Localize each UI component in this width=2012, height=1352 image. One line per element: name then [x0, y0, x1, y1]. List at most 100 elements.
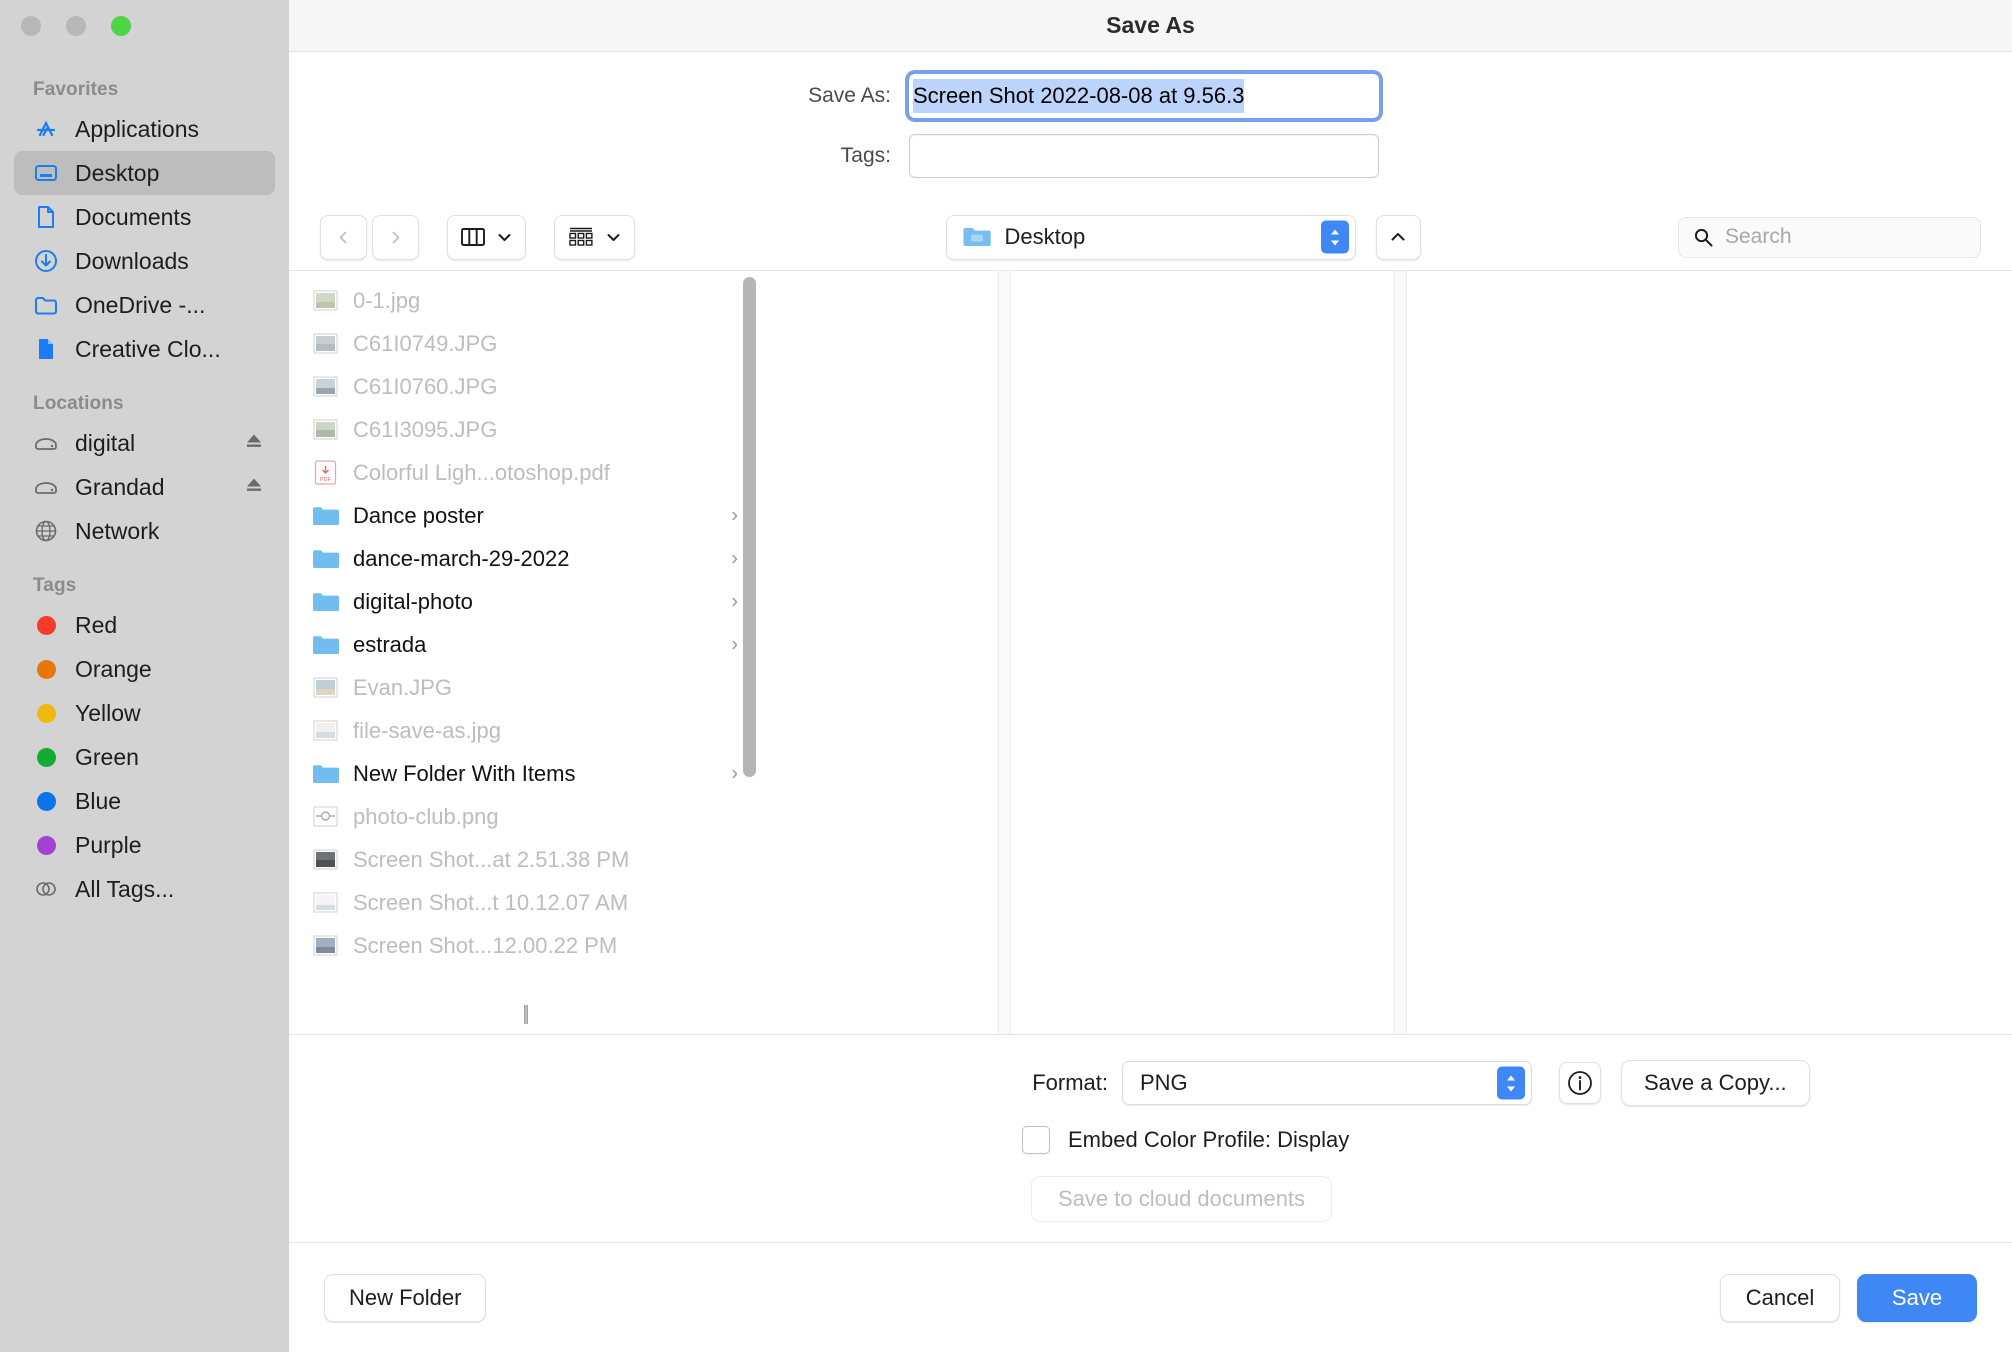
title-bar: Save As — [289, 0, 2012, 52]
file-column[interactable]: 0-1.jpg C61I0749.JPG C61I0760.JPG C61I30… — [289, 271, 760, 1034]
tags-input[interactable] — [909, 134, 1379, 178]
list-item[interactable]: dance-march-29-2022 › — [289, 537, 760, 580]
chevron-right-icon: › — [731, 504, 738, 526]
list-item[interactable]: Dance poster › — [289, 494, 760, 537]
save-a-copy-button[interactable]: Save a Copy... — [1621, 1060, 1810, 1106]
sidebar-item-tag-orange[interactable]: Orange — [14, 647, 275, 691]
sidebar-item-tag-purple[interactable]: Purple — [14, 823, 275, 867]
sidebar-item-network[interactable]: Network — [14, 509, 275, 553]
save-to-cloud-documents-button[interactable]: Save to cloud documents — [1031, 1176, 1333, 1222]
pdf-file-icon: PDF — [312, 460, 339, 485]
column-resize-handle[interactable]: || — [522, 1003, 530, 1026]
sidebar-item-documents[interactable]: Documents — [14, 195, 275, 239]
sidebar-item-digital[interactable]: digital — [14, 421, 275, 465]
sidebar-section-locations: Locations digital Grandad Network — [0, 393, 289, 553]
desktop-icon — [33, 160, 59, 186]
cancel-button[interactable]: Cancel — [1720, 1273, 1840, 1322]
file-name: Screen Shot...t 10.12.07 AM — [353, 889, 629, 915]
list-item[interactable]: estrada › — [289, 623, 760, 666]
column-divider-1[interactable] — [998, 271, 1011, 1034]
list-item[interactable]: Evan.JPG — [289, 666, 760, 709]
column-divider-2[interactable] — [1394, 271, 1407, 1034]
file-name: photo-club.png — [353, 803, 499, 829]
sidebar-item-label: Applications — [75, 115, 200, 142]
file-name: Screen Shot...12.00.22 PM — [353, 932, 618, 958]
image-file-icon — [312, 719, 339, 742]
cloud-save-row: Save to cloud documents — [289, 1176, 2012, 1222]
format-select[interactable]: PNG — [1122, 1061, 1532, 1105]
sidebar-item-tag-red[interactable]: Red — [14, 603, 275, 647]
chevron-right-icon — [392, 231, 400, 243]
embed-color-profile-checkbox[interactable] — [1022, 1126, 1050, 1154]
list-item[interactable]: 0-1.jpg — [289, 279, 760, 322]
list-item[interactable]: PDF Colorful Ligh...otoshop.pdf — [289, 451, 760, 494]
forward-button[interactable] — [372, 214, 419, 260]
dialog-main: Save As Save As: Screen Shot 2022-08-08 … — [289, 0, 2012, 1352]
sidebar: Favorites Applications Desktop Documents… — [0, 0, 289, 1352]
image-file-icon — [312, 289, 339, 312]
folder-icon — [312, 504, 339, 527]
sidebar-section-tags: Tags Red Orange Yellow Green Blue Purple… — [0, 575, 289, 911]
list-item[interactable]: C61I0749.JPG — [289, 322, 760, 365]
tag-dot-icon — [33, 656, 59, 682]
back-button[interactable] — [320, 214, 367, 260]
sidebar-item-tag-green[interactable]: Green — [14, 735, 275, 779]
sidebar-item-downloads[interactable]: Downloads — [14, 239, 275, 283]
format-stepper-icon[interactable] — [1497, 1066, 1525, 1100]
list-item[interactable]: photo-club.png — [289, 795, 760, 838]
chevron-right-icon: › — [731, 547, 738, 569]
list-item[interactable]: digital-photo › — [289, 580, 760, 623]
minimize-button[interactable] — [66, 16, 86, 36]
sidebar-item-grandad[interactable]: Grandad — [14, 465, 275, 509]
tag-dot-icon — [33, 788, 59, 814]
vertical-scrollbar[interactable] — [743, 277, 756, 777]
list-item[interactable]: file-save-as.jpg — [289, 709, 760, 752]
file-name: Dance poster — [353, 502, 484, 528]
file-name: estrada — [353, 631, 427, 657]
preview-column-1[interactable] — [760, 271, 998, 1034]
sidebar-item-tag-yellow[interactable]: Yellow — [14, 691, 275, 735]
path-popup-button[interactable]: Desktop — [945, 214, 1356, 260]
save-as-dialog: Favorites Applications Desktop Documents… — [0, 0, 2012, 1352]
list-item[interactable]: New Folder With Items › — [289, 752, 760, 795]
sidebar-item-desktop[interactable]: Desktop — [14, 151, 275, 195]
group-items-button[interactable] — [554, 214, 635, 260]
zoom-button[interactable] — [111, 16, 131, 36]
list-item[interactable]: C61I3095.JPG — [289, 408, 760, 451]
image-file-icon — [312, 805, 339, 828]
file-name: file-save-as.jpg — [353, 717, 501, 743]
sidebar-item-creative-cloud[interactable]: Creative Clo... — [14, 327, 275, 371]
path-popup-label: Desktop — [1004, 224, 1086, 249]
eject-icon[interactable] — [243, 430, 265, 457]
folder-icon — [312, 633, 339, 656]
list-item[interactable]: Screen Shot...at 2.51.38 PM — [289, 838, 760, 881]
sidebar-item-all-tags[interactable]: All Tags... — [14, 867, 275, 911]
sidebar-section-title: Locations — [33, 393, 124, 414]
eject-icon[interactable] — [243, 474, 265, 501]
save-button[interactable]: Save — [1857, 1273, 1977, 1322]
list-item[interactable]: Screen Shot...t 10.12.07 AM — [289, 881, 760, 924]
new-folder-button[interactable]: New Folder — [324, 1273, 487, 1322]
sidebar-item-applications[interactable]: Applications — [14, 107, 275, 151]
preview-column-3[interactable] — [1407, 271, 2012, 1034]
globe-icon — [33, 518, 59, 544]
info-button[interactable] — [1559, 1062, 1601, 1104]
sidebar-item-onedrive[interactable]: OneDrive -... — [14, 283, 275, 327]
close-button[interactable] — [21, 16, 41, 36]
file-name: C61I3095.JPG — [353, 416, 498, 442]
sidebar-item-label: Downloads — [75, 247, 189, 274]
search-field[interactable]: Search — [1678, 216, 1981, 258]
list-item[interactable]: Screen Shot...12.00.22 PM — [289, 924, 760, 967]
filename-input[interactable]: Screen Shot 2022-08-08 at 9.56.3 — [909, 74, 1379, 118]
list-item[interactable]: C61I0760.JPG — [289, 365, 760, 408]
sidebar-item-label: Purple — [75, 831, 142, 858]
chevron-left-icon — [339, 231, 347, 243]
sidebar-item-tag-blue[interactable]: Blue — [14, 779, 275, 823]
path-stepper-icon[interactable] — [1320, 220, 1349, 254]
image-file-icon — [312, 676, 339, 699]
view-mode-button[interactable] — [447, 214, 526, 260]
preview-column-2[interactable] — [1011, 271, 1394, 1034]
go-up-button[interactable] — [1375, 214, 1421, 260]
sidebar-item-label: Orange — [75, 655, 152, 682]
folder-icon — [963, 228, 991, 246]
